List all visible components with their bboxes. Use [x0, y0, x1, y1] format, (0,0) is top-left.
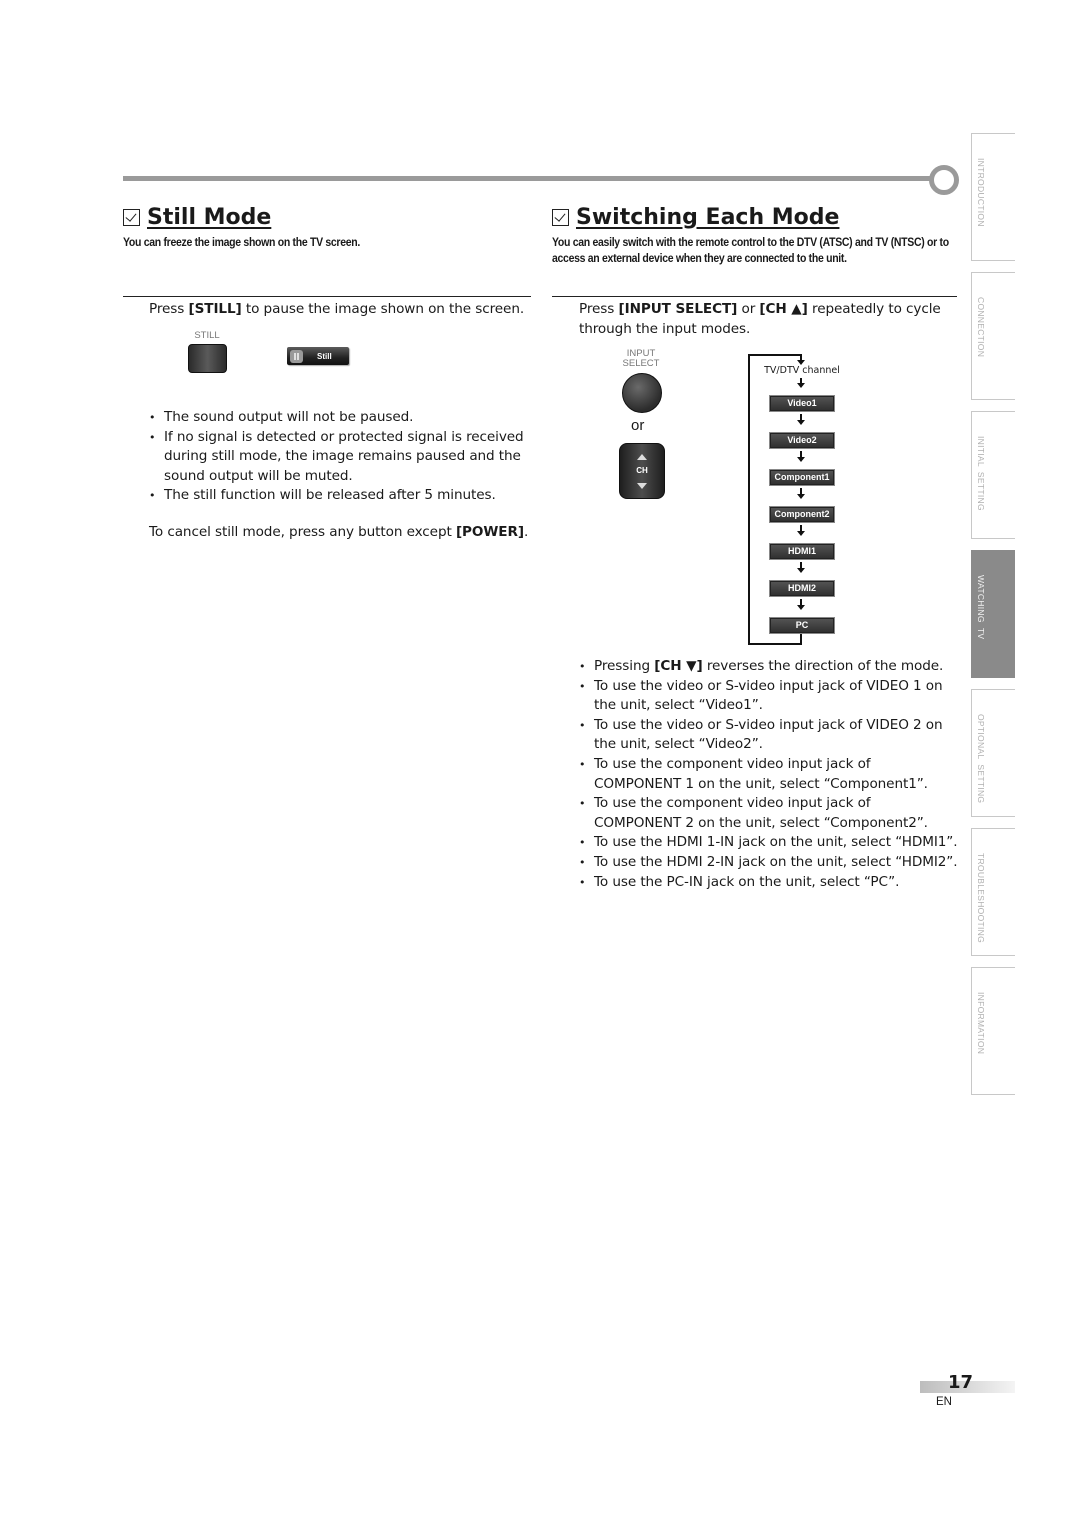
pause-icon: [290, 349, 303, 363]
flow-node-hdmi1: HDMI1: [769, 543, 835, 560]
still-mode-subtitle: You can freeze the image shown on the TV…: [123, 235, 360, 249]
checkbox-icon: [123, 208, 140, 226]
input-mode-flow-diagram: TV/DTV channel Video1 Video2 Component1 …: [748, 350, 858, 650]
list-item: To use the component video input jack of…: [579, 794, 959, 833]
caption-line: SELECT: [622, 358, 660, 369]
down-arrow-icon: [797, 599, 805, 610]
list-item: To use the component video input jack of…: [579, 755, 959, 794]
ch-down-key-label: [CH ▼]: [654, 658, 703, 674]
switching-mode-subtitle: You can easily switch with the remote co…: [552, 235, 949, 265]
flow-start-label: TV/DTV channel: [764, 365, 840, 376]
flow-node-video1: Video1: [769, 395, 835, 412]
down-arrow-icon: [797, 354, 805, 365]
list-item: Pressing [CH ▼] reverses the direction o…: [579, 657, 959, 677]
instruction-text: Press: [579, 301, 619, 317]
still-mode-section: Still Mode You can freeze the image show…: [123, 200, 531, 250]
side-tab-troubleshooting[interactable]: TROUBLESHOOTING: [971, 828, 1015, 956]
list-item: To use the video or S-video input jack o…: [579, 677, 959, 716]
flow-node-component1: Component1: [769, 469, 835, 486]
or-label: or: [631, 417, 645, 434]
down-arrow-icon: [797, 525, 805, 536]
list-item: The sound output will not be paused.: [149, 408, 539, 428]
still-mode-cancel-note: To cancel still mode, press any button e…: [149, 523, 549, 543]
ch-down-arrow-icon: [637, 483, 647, 489]
instruction-text: Press: [149, 301, 189, 317]
switching-mode-heading: Switching Each Mode: [552, 200, 957, 234]
input-select-caption: INPUT SELECT: [617, 349, 665, 369]
side-tab-label: WATCHING TV: [976, 575, 986, 640]
side-tab-connection[interactable]: CONNECTION: [971, 272, 1015, 400]
still-button-caption: STILL: [194, 330, 220, 341]
switching-mode-section: Switching Each Mode You can easily switc…: [552, 200, 957, 266]
instruction-text: to pause the image shown on the screen.: [241, 301, 525, 317]
switching-mode-instruction: Press [INPUT SELECT] or [CH ▲] repeatedl…: [579, 300, 959, 339]
note-text: Pressing: [594, 658, 655, 674]
side-tab-information[interactable]: INFORMATION: [971, 967, 1015, 1095]
still-key-label: [STILL]: [188, 301, 242, 317]
side-tab-watching-tv[interactable]: WATCHING TV: [971, 550, 1015, 678]
side-tab-label: OPTIONAL SETTING: [976, 714, 986, 804]
ch-remote-button: CH: [619, 443, 665, 499]
down-arrow-icon: [797, 562, 805, 573]
still-osd-label: Still: [317, 351, 332, 361]
input-select-key-label: [INPUT SELECT]: [618, 301, 738, 317]
cancel-text: To cancel still mode, press any button e…: [149, 524, 456, 540]
ch-up-key-label: [CH ▲]: [759, 301, 808, 317]
down-arrow-icon: [797, 451, 805, 462]
loop-line-left: [748, 354, 750, 645]
still-mode-notes: The sound output will not be paused. If …: [149, 408, 539, 506]
flow-node-pc: PC: [769, 617, 835, 634]
flow-node-component2: Component2: [769, 506, 835, 523]
side-tab-label: INITIAL SETTING: [976, 436, 986, 511]
section-divider-rule: [123, 176, 931, 181]
still-mode-title: Still Mode: [147, 204, 272, 230]
loop-line-bottom: [748, 643, 802, 645]
list-item: To use the HDMI 1-IN jack on the unit, s…: [579, 833, 959, 853]
side-tab-label: INTRODUCTION: [976, 158, 986, 227]
divider-circle-ornament: [929, 165, 959, 195]
power-key-label: [POWER]: [455, 524, 524, 540]
switching-mode-rule: [552, 296, 957, 297]
side-tab-introduction[interactable]: INTRODUCTION: [971, 133, 1015, 261]
page-number: 17: [948, 1372, 974, 1393]
switching-mode-title: Switching Each Mode: [576, 204, 840, 230]
side-tab-label: INFORMATION: [976, 992, 986, 1055]
note-text: reverses the direction of the mode.: [702, 658, 944, 674]
cancel-text: .: [523, 524, 529, 540]
still-remote-button: [188, 344, 227, 373]
switching-mode-notes: Pressing [CH ▼] reverses the direction o…: [579, 657, 959, 892]
list-item: To use the PC-IN jack on the unit, selec…: [579, 873, 959, 893]
flow-node-hdmi2: HDMI2: [769, 580, 835, 597]
down-arrow-icon: [797, 378, 805, 388]
side-tab-optional-setting[interactable]: OPTIONAL SETTING: [971, 689, 1015, 817]
side-tab-label: CONNECTION: [976, 297, 986, 358]
down-arrow-icon: [797, 488, 805, 499]
loop-line-top: [748, 354, 802, 356]
down-arrow-icon: [797, 414, 805, 425]
page-language: EN: [936, 1396, 952, 1408]
checkbox-icon: [552, 208, 569, 226]
still-mode-instruction: Press [STILL] to pause the image shown o…: [149, 300, 539, 320]
flow-node-video2: Video2: [769, 432, 835, 449]
instruction-text: or: [737, 301, 760, 317]
still-mode-heading: Still Mode: [123, 200, 531, 234]
list-item: To use the video or S-video input jack o…: [579, 716, 959, 755]
side-tab-initial-setting[interactable]: INITIAL SETTING: [971, 411, 1015, 539]
input-select-remote-button: [622, 373, 662, 413]
ch-button-label: CH: [636, 466, 648, 475]
still-mode-rule: [123, 296, 531, 297]
list-item: The still function will be released afte…: [149, 486, 539, 506]
list-item: To use the HDMI 2-IN jack on the unit, s…: [579, 853, 959, 873]
still-osd-indicator: Still: [287, 347, 349, 365]
ch-up-arrow-icon: [637, 454, 647, 460]
list-item: If no signal is detected or protected si…: [149, 428, 539, 487]
loop-line-return: [800, 633, 802, 645]
side-tab-label: TROUBLESHOOTING: [976, 853, 986, 943]
